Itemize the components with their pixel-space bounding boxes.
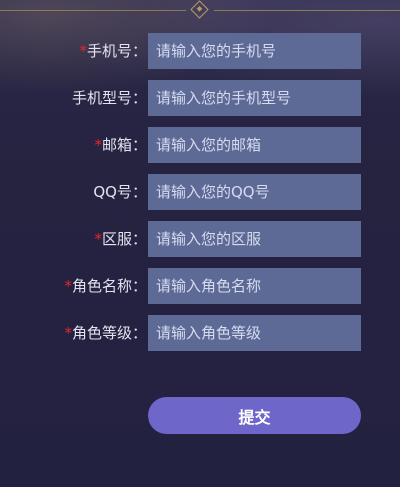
phone-model-label: 手机型号： — [72, 80, 147, 116]
role-name-label: *角色名称： — [64, 268, 147, 304]
email-label-text: 邮箱： — [101, 136, 147, 154]
form-row-server: *区服： — [0, 221, 400, 257]
role-level-input[interactable] — [148, 315, 361, 351]
frame-line-right — [214, 10, 400, 11]
required-mark: * — [79, 42, 87, 60]
qq-label-text: QQ号： — [93, 183, 147, 201]
phone-input[interactable] — [148, 33, 361, 69]
server-label: *区服： — [94, 221, 147, 257]
qq-label: QQ号： — [93, 174, 147, 210]
required-mark: * — [64, 324, 72, 342]
page: *手机号： 手机型号： *邮箱： QQ号： *区服： *角色名称： *角色等级： — [0, 0, 400, 487]
diamond-ornament-icon — [190, 0, 209, 19]
form-row-qq: QQ号： — [0, 174, 400, 210]
frame-line-left — [0, 10, 186, 11]
role-name-input[interactable] — [148, 268, 361, 304]
phone-model-input[interactable] — [148, 80, 361, 116]
form-row-role-name: *角色名称： — [0, 268, 400, 304]
required-mark: * — [94, 136, 102, 154]
qq-input[interactable] — [148, 174, 361, 210]
role-level-label-text: 角色等级： — [71, 324, 147, 342]
server-label-text: 区服： — [101, 230, 147, 248]
phone-label: *手机号： — [79, 33, 147, 69]
form-row-email: *邮箱： — [0, 127, 400, 163]
form-row-role-level: *角色等级： — [0, 315, 400, 351]
phone-model-label-text: 手机型号： — [71, 89, 147, 107]
required-mark: * — [94, 230, 102, 248]
submit-button[interactable]: 提交 — [148, 397, 361, 434]
form-row-phone-model: 手机型号： — [0, 80, 400, 116]
top-decorative-frame — [0, 0, 400, 22]
email-label: *邮箱： — [94, 127, 147, 163]
required-mark: * — [64, 277, 72, 295]
phone-label-text: 手机号： — [86, 42, 147, 60]
role-level-label: *角色等级： — [64, 315, 147, 351]
role-name-label-text: 角色名称： — [71, 277, 147, 295]
form-row-phone: *手机号： — [0, 33, 400, 69]
email-input[interactable] — [148, 127, 361, 163]
server-input[interactable] — [148, 221, 361, 257]
